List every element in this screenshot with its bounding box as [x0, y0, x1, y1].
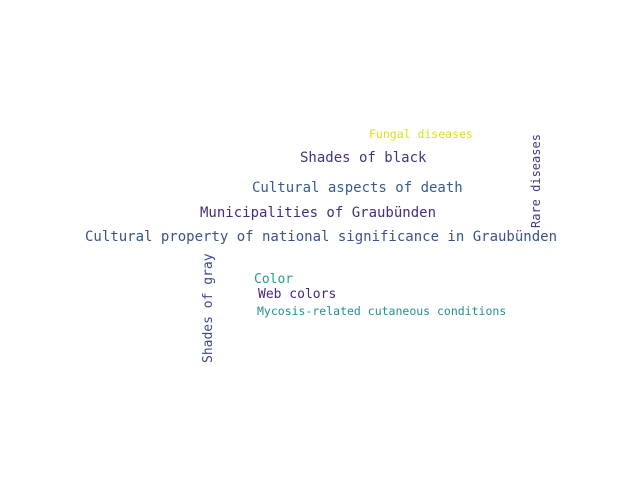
word-cloud: Fungal diseases Shades of black Cultural… — [0, 0, 640, 480]
word-cultural-aspects-of-death: Cultural aspects of death — [252, 180, 463, 196]
word-rare-diseases: Rare diseases — [529, 134, 543, 228]
word-web-colors: Web colors — [258, 287, 337, 302]
word-shades-of-gray: Shades of gray — [201, 253, 216, 363]
word-fungal-diseases: Fungal diseases — [369, 127, 473, 141]
word-shades-of-black: Shades of black — [300, 150, 427, 166]
word-color: Color — [254, 272, 294, 287]
word-cultural-property-graubunden: Cultural property of national significan… — [85, 229, 558, 245]
word-municipalities-of-graubunden: Municipalities of Graubünden — [200, 205, 437, 221]
word-mycosis-cutaneous-conditions: Mycosis-related cutaneous conditions — [257, 304, 507, 318]
